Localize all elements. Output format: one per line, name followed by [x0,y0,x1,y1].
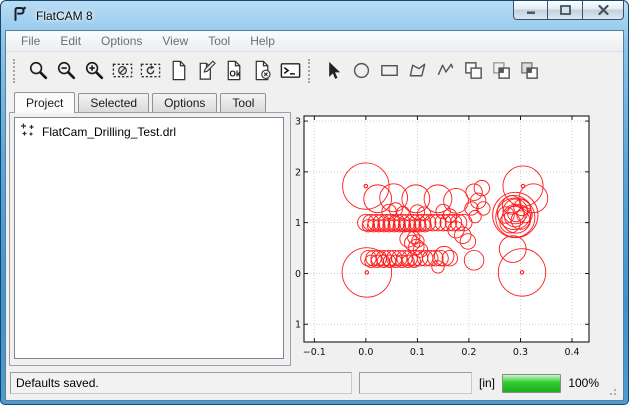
path-tool-icon [434,59,457,82]
plot-svg: −0.1 0.0 0.1 0.2 0.3 0.4 −0.1 0.0 0.1 0.2 0.3 [294,89,624,371]
minimize-button[interactable] [513,1,548,20]
menu-file[interactable]: File [11,32,50,50]
close-button[interactable] [582,1,624,20]
x-tick-label: −0.1 [303,347,326,358]
shell-button[interactable] [276,57,304,84]
close-icon [598,5,609,15]
flatcam-window: FlatCAM 8 File Edit Options View Tool He… [0,0,629,405]
tree-item-label: FlatCam_Drilling_Test.drl [42,125,176,139]
maximize-button[interactable] [548,1,582,20]
drill-file-icon [20,122,36,141]
menu-edit[interactable]: Edit [50,32,91,50]
project-tab-page: FlatCam_Drilling_Test.drl [9,112,291,366]
toolbar-drag-handle[interactable] [308,59,312,83]
zoom-out-button[interactable] [52,57,80,84]
clear-plot-button[interactable] [108,57,136,84]
toolbar [6,52,623,89]
subtract-tool-icon [518,59,541,82]
draw-path-button[interactable] [431,57,459,84]
axes-background [304,116,589,342]
y-tick-label: 0.1 [294,218,301,229]
replot-button[interactable] [136,57,164,84]
progress-bar [502,374,561,393]
select-arrow-icon [322,59,345,82]
new-file-icon [167,59,190,82]
new-geometry-button[interactable] [164,57,192,84]
cancel-file-icon [251,59,274,82]
zoom-fit-icon [27,59,50,82]
draw-polygon-button[interactable] [403,57,431,84]
resize-grip[interactable] [606,384,618,396]
zoom-fit-button[interactable] [24,57,52,84]
client-area: File Edit Options View Tool Help Project… [5,30,624,401]
y-tick-label: −0.1 [294,320,301,331]
clear-plot-icon [111,59,134,82]
y-tick-label: 0.3 [294,117,301,128]
cancel-edit-button[interactable] [248,57,276,84]
y-tick-label: 0.2 [294,167,301,178]
zoom-in-button[interactable] [80,57,108,84]
project-tree[interactable]: FlatCam_Drilling_Test.drl [14,117,284,359]
edit-file-icon [195,59,218,82]
x-tick-label: 0.3 [513,347,528,358]
menu-help[interactable]: Help [240,32,285,50]
menubar: File Edit Options View Tool Help [6,31,623,52]
window-title: FlatCAM 8 [36,9,93,23]
toolbar-drag-handle[interactable] [13,59,17,83]
status-message: Defaults saved. [10,372,352,394]
tab-selected[interactable]: Selected [78,93,149,112]
zoom-out-icon [55,59,78,82]
draw-circle-button[interactable] [347,57,375,84]
titlebar[interactable]: FlatCAM 8 [5,1,624,30]
menu-view[interactable]: View [152,32,198,50]
polygon-subtraction-button[interactable] [515,57,543,84]
progress-fill [503,375,560,392]
progress-percent: 100% [568,376,599,390]
tab-tool[interactable]: Tool [220,93,266,112]
polygon-tool-icon [406,59,429,82]
maximize-icon [560,5,571,15]
x-tick-label: 0.0 [358,347,373,358]
status-secondary-panel [359,372,472,394]
main-area: Project Selected Options Tool [6,89,623,368]
zoom-in-icon [83,59,106,82]
union-tool-icon [462,59,485,82]
x-tick-label: 0.2 [461,347,476,358]
menu-tool[interactable]: Tool [198,32,240,50]
plot-area[interactable]: −0.1 0.0 0.1 0.2 0.3 0.4 −0.1 0.0 0.1 0.2 0.3 [294,91,623,368]
app-icon [11,5,28,27]
statusbar: Defaults saved. [in] 100% [6,368,623,400]
minimize-icon [526,5,536,15]
toolbar-group-view [9,57,304,84]
tab-project[interactable]: Project [14,92,75,113]
circle-tool-icon [350,59,373,82]
tab-options[interactable]: Options [152,93,217,112]
polygon-intersection-button[interactable] [487,57,515,84]
units-label: [in] [479,376,495,390]
x-tick-label: 0.4 [564,347,579,358]
x-tick-label: 0.1 [410,347,425,358]
update-geometry-button[interactable] [220,57,248,84]
rect-tool-icon [378,59,401,82]
menu-options[interactable]: Options [91,32,152,50]
polygon-union-button[interactable] [459,57,487,84]
select-button[interactable] [319,57,347,84]
left-panel: Project Selected Options Tool [6,91,294,368]
ok-file-icon [223,59,246,82]
window-controls [513,1,624,20]
toolbar-group-editor [304,57,543,84]
tab-bar: Project Selected Options Tool [6,91,294,112]
intersect-tool-icon [490,59,513,82]
y-tick-label: 0.0 [294,269,301,280]
edit-geometry-button[interactable] [192,57,220,84]
tree-item-drill-file[interactable]: FlatCam_Drilling_Test.drl [15,118,283,141]
replot-icon [139,59,162,82]
draw-rectangle-button[interactable] [375,57,403,84]
shell-icon [279,59,302,82]
